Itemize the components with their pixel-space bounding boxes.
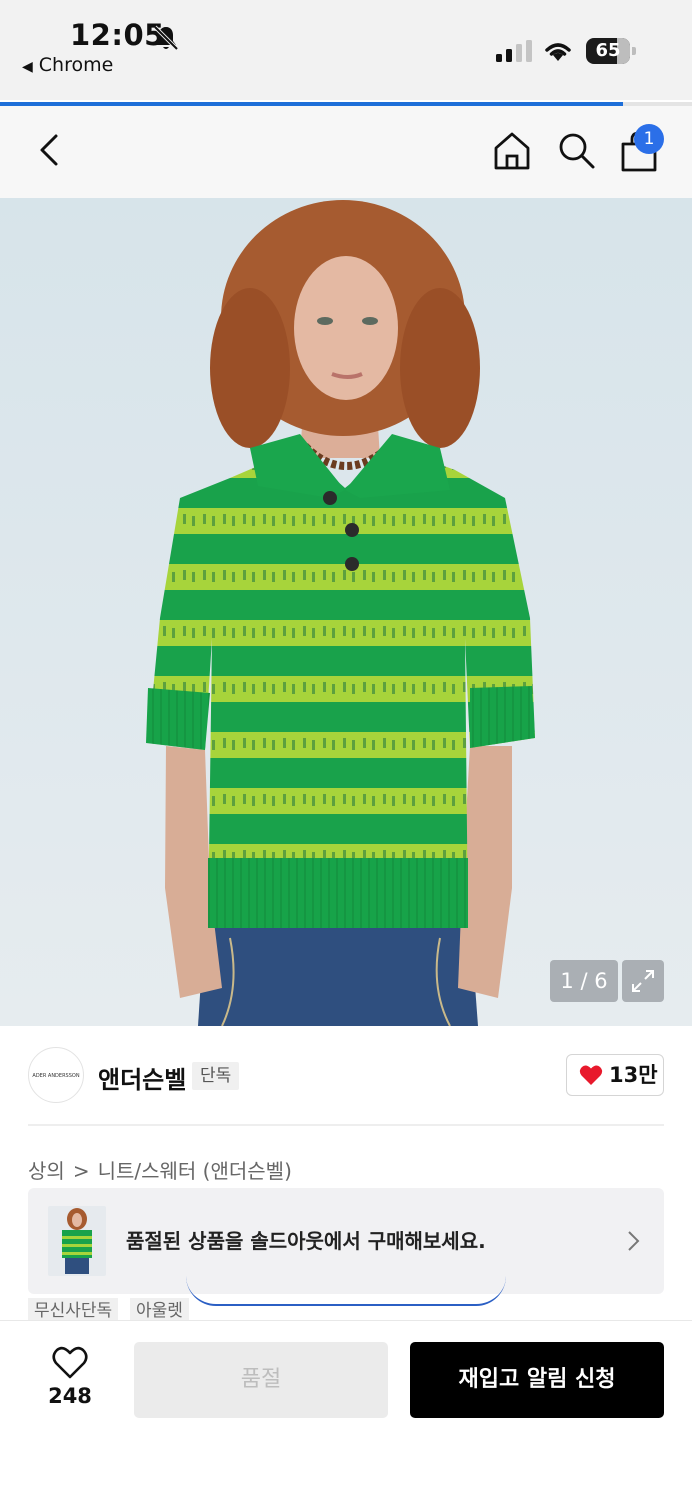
breadcrumb-item-knit[interactable]: 니트/스웨터 (앤더슨벨) <box>98 1159 292 1183</box>
product-thumbnail <box>48 1206 106 1276</box>
brand-like-button[interactable]: 13만 <box>566 1054 664 1096</box>
exclusive-tag: 단독 <box>192 1062 240 1090</box>
top-nav-bar <box>0 106 692 198</box>
search-icon[interactable] <box>556 130 596 172</box>
soldout-button[interactable]: 품절 <box>134 1342 388 1418</box>
breadcrumb: 상의 > 니트/스웨터 (앤더슨벨) <box>28 1155 292 1184</box>
back-icon[interactable] <box>30 130 70 170</box>
section-divider <box>28 1124 664 1126</box>
partial-overlay-edge <box>186 1276 506 1306</box>
product-photo <box>146 200 535 1026</box>
expand-button[interactable] <box>622 960 664 1002</box>
brand-like-count: 13만 <box>609 1063 658 1087</box>
wish-count: 248 <box>48 1384 92 1408</box>
brand-logo-text: ADER ANDERSSON BELL <box>32 1073 80 1079</box>
back-app-label: Chrome <box>38 54 114 76</box>
bell-slash-icon <box>153 25 179 51</box>
battery-level: 65 <box>595 40 621 61</box>
heart-outline-icon[interactable] <box>52 1346 88 1380</box>
brand-logo[interactable]: ADER ANDERSSON BELL <box>28 1047 84 1103</box>
heart-filled-icon <box>579 1065 603 1085</box>
cart-badge: 1 <box>634 124 664 154</box>
image-counter: 1 / 6 <box>550 960 618 1002</box>
product-image-gallery[interactable] <box>0 198 692 1026</box>
brand-name[interactable]: 앤더슨벨 <box>98 1060 186 1095</box>
breadcrumb-separator: > <box>72 1159 90 1183</box>
home-icon[interactable] <box>492 130 532 172</box>
back-triangle-icon: ◀ <box>22 59 33 75</box>
breadcrumb-item-top[interactable]: 상의 <box>28 1159 65 1183</box>
wifi-icon <box>545 43 571 61</box>
back-to-app-link[interactable]: ◀ Chrome <box>22 54 113 76</box>
battery-icon: 65 <box>586 38 636 64</box>
signal-icon <box>496 40 532 62</box>
status-time: 12:05 <box>70 18 165 52</box>
restock-alert-button[interactable]: 재입고 알림 신청 <box>410 1342 664 1418</box>
status-bar: 12:05 ◀ Chrome 65 <box>0 0 692 100</box>
expand-icon <box>632 970 654 992</box>
chevron-right-icon <box>628 1231 640 1251</box>
